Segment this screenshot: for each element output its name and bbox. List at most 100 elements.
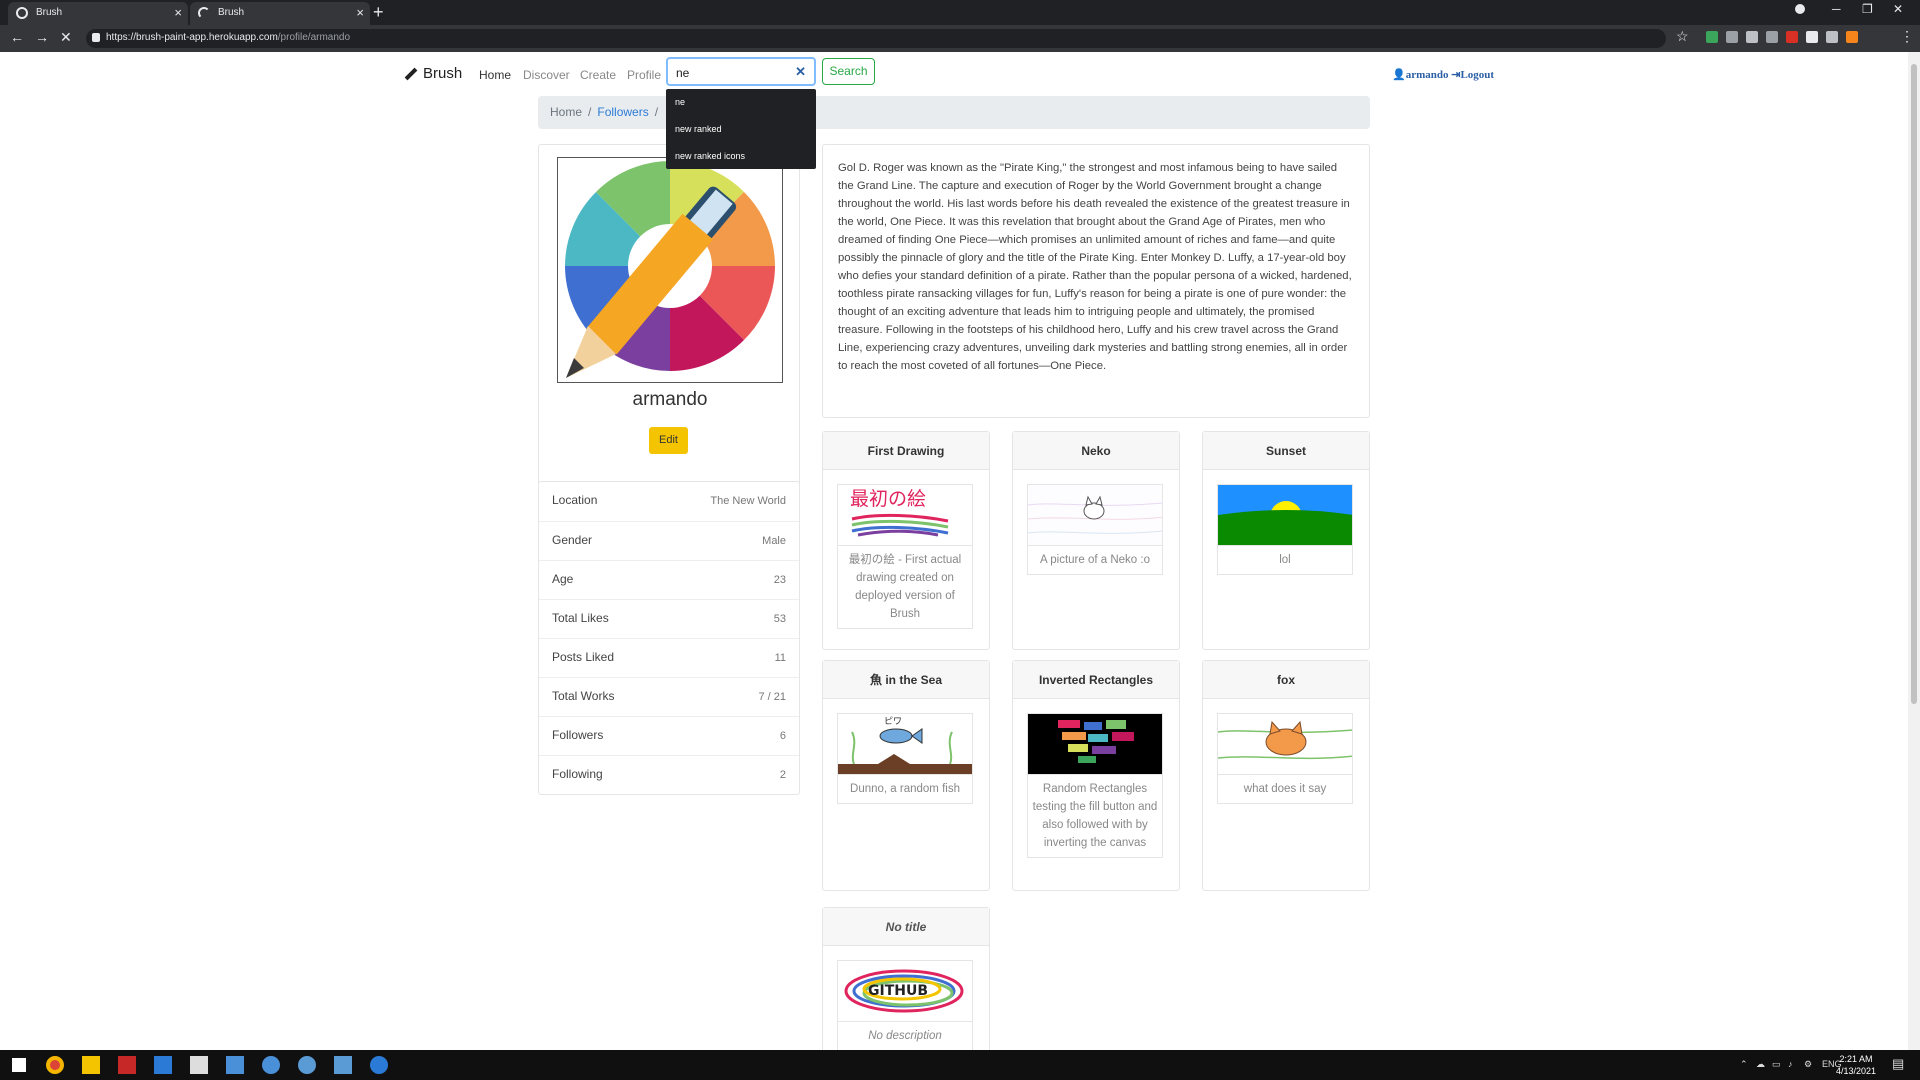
- minimize-icon[interactable]: ─: [1832, 2, 1841, 16]
- chrome-icon[interactable]: [46, 1056, 64, 1074]
- work-card[interactable]: Inverted Rectangles Random Rectangles te…: [1012, 660, 1180, 891]
- app-icon[interactable]: [226, 1056, 244, 1074]
- close-tab-icon[interactable]: ×: [356, 2, 364, 24]
- work-card[interactable]: fox what does it say: [1202, 660, 1370, 891]
- site-navbar: Brush Home Discover Create Profile ne ✕ …: [0, 52, 1908, 96]
- work-title: No title: [823, 908, 989, 946]
- extension-grid-icon[interactable]: [1806, 31, 1818, 43]
- search-input[interactable]: ne ✕: [666, 57, 816, 86]
- fox-image: [1218, 714, 1352, 774]
- extension-icon[interactable]: [1786, 31, 1798, 43]
- file-explorer-icon[interactable]: [82, 1056, 100, 1074]
- edit-profile-button[interactable]: Edit: [649, 427, 688, 454]
- suggestion-item[interactable]: ne: [666, 89, 816, 116]
- stat-followers[interactable]: Followers 6: [539, 716, 799, 755]
- work-thumbnail[interactable]: GITHUB: [837, 960, 973, 1022]
- system-clock[interactable]: 2:21 AM 4/13/2021: [1836, 1053, 1876, 1077]
- work-card[interactable]: 魚 in the Sea ピワ Dunno, a random fish: [822, 660, 990, 891]
- brush-favicon-icon: [16, 7, 28, 19]
- work-thumbnail[interactable]: [1217, 484, 1353, 546]
- stat-following[interactable]: Following 2: [539, 755, 799, 794]
- breadcrumb-followers[interactable]: Followers: [597, 105, 648, 119]
- brush-icon: [404, 67, 418, 81]
- nav-create[interactable]: Create: [580, 68, 616, 82]
- windows-start-icon[interactable]: [12, 1058, 26, 1072]
- close-tab-icon[interactable]: ×: [174, 2, 182, 24]
- cloud-icon[interactable]: ☁: [1756, 1059, 1765, 1070]
- windows-taskbar: ⌃ ☁ ▭ ♪ ⚙ ENG 2:21 AM 4/13/2021 ▤: [0, 1050, 1920, 1080]
- forward-icon[interactable]: →: [35, 29, 49, 45]
- app-icon[interactable]: [298, 1056, 316, 1074]
- nav-discover[interactable]: Discover: [523, 68, 570, 82]
- nav-home[interactable]: Home: [479, 68, 511, 82]
- stat-value: 23: [773, 574, 786, 586]
- work-thumbnail[interactable]: [1027, 713, 1163, 775]
- github-scribble-image: GITHUB: [838, 961, 972, 1021]
- profile-stats: Location The New World Gender Male Age 23 T…: [538, 481, 800, 795]
- vscode-icon[interactable]: [154, 1056, 172, 1074]
- fox-extension-icon[interactable]: [1846, 31, 1858, 43]
- restore-icon[interactable]: ❐: [1862, 2, 1873, 16]
- work-card[interactable]: Sunset lol: [1202, 431, 1370, 650]
- app-icon[interactable]: [370, 1056, 388, 1074]
- stat-age: Age 23: [539, 560, 799, 599]
- network-icon[interactable]: ▭: [1772, 1059, 1781, 1070]
- stat-value: Male: [762, 535, 786, 547]
- new-tab-icon[interactable]: +: [373, 2, 384, 22]
- tray-chevron-icon[interactable]: ⌃: [1740, 1059, 1748, 1070]
- suggestion-item[interactable]: new ranked icons: [666, 143, 816, 170]
- search-input-value: ne: [676, 66, 690, 80]
- inverted-rectangles-image: [1028, 714, 1162, 774]
- stat-value: 2: [779, 769, 786, 781]
- logout-link[interactable]: Logout: [1460, 69, 1494, 81]
- clear-search-icon[interactable]: ✕: [795, 64, 806, 80]
- volume-icon[interactable]: ♪: [1788, 1059, 1793, 1069]
- neko-image: [1028, 485, 1162, 545]
- brush-logo-icon: [565, 161, 775, 378]
- notepad-icon[interactable]: [190, 1056, 208, 1074]
- stat-total-likes: Total Likes 53: [539, 599, 799, 638]
- bookmark-star-icon[interactable]: ☆: [1676, 28, 1689, 45]
- extension-shield-icon[interactable]: [1706, 31, 1718, 43]
- work-thumbnail[interactable]: [1217, 713, 1353, 775]
- browser-tab[interactable]: Brush ×: [8, 2, 188, 25]
- nav-profile[interactable]: Profile: [627, 68, 661, 82]
- page-scrollbar[interactable]: [1908, 52, 1920, 1050]
- extension-icon[interactable]: [1726, 31, 1738, 43]
- brand-link[interactable]: Brush: [404, 65, 462, 82]
- breadcrumb-home[interactable]: Home: [550, 105, 582, 119]
- web-page: Brush Home Discover Create Profile ne ✕ …: [0, 52, 1908, 1050]
- extension-icon[interactable]: [1746, 31, 1758, 43]
- gyazo-watermark: Gyazo: [1706, 1042, 1908, 1050]
- notification-icon[interactable]: ▤: [1892, 1056, 1904, 1072]
- user-link[interactable]: armando: [1406, 69, 1449, 81]
- app-icon[interactable]: [118, 1056, 136, 1074]
- scrollbar-thumb[interactable]: [1911, 64, 1917, 704]
- back-icon[interactable]: ←: [10, 29, 24, 45]
- lock-icon: [92, 33, 100, 42]
- browser-tab-active[interactable]: Brush ×: [190, 2, 370, 25]
- work-thumbnail[interactable]: [1027, 484, 1163, 546]
- breadcrumb-separator: /: [654, 105, 659, 119]
- puzzle-icon[interactable]: [1826, 31, 1838, 43]
- work-card[interactable]: First Drawing 最初の絵 最初の絵 - First actual d…: [822, 431, 990, 650]
- work-thumbnail[interactable]: 最初の絵: [837, 484, 973, 546]
- address-bar[interactable]: https://brush-paint-app.herokuapp.com/pr…: [86, 29, 1666, 48]
- close-window-icon[interactable]: ✕: [1893, 2, 1903, 16]
- stat-label: Total Likes: [552, 611, 609, 625]
- profile-icon[interactable]: [1795, 4, 1805, 14]
- search-button[interactable]: Search: [822, 58, 875, 85]
- work-card[interactable]: No title GITHUB No description: [822, 907, 990, 1050]
- extension-icon[interactable]: [1766, 31, 1778, 43]
- menu-dots-icon[interactable]: ⋮: [1900, 28, 1914, 45]
- stop-loading-icon[interactable]: ✕: [60, 29, 72, 46]
- suggestion-item[interactable]: new ranked: [666, 116, 816, 143]
- first-drawing-image: 最初の絵: [838, 485, 972, 545]
- work-title: Sunset: [1203, 432, 1369, 470]
- work-card[interactable]: Neko A picture of a Neko :o: [1012, 431, 1180, 650]
- stat-label: Age: [552, 572, 574, 586]
- language-settings-icon[interactable]: ⚙: [1804, 1059, 1812, 1070]
- app-icon[interactable]: [262, 1056, 280, 1074]
- work-thumbnail[interactable]: ピワ: [837, 713, 973, 775]
- app-icon[interactable]: [334, 1056, 352, 1074]
